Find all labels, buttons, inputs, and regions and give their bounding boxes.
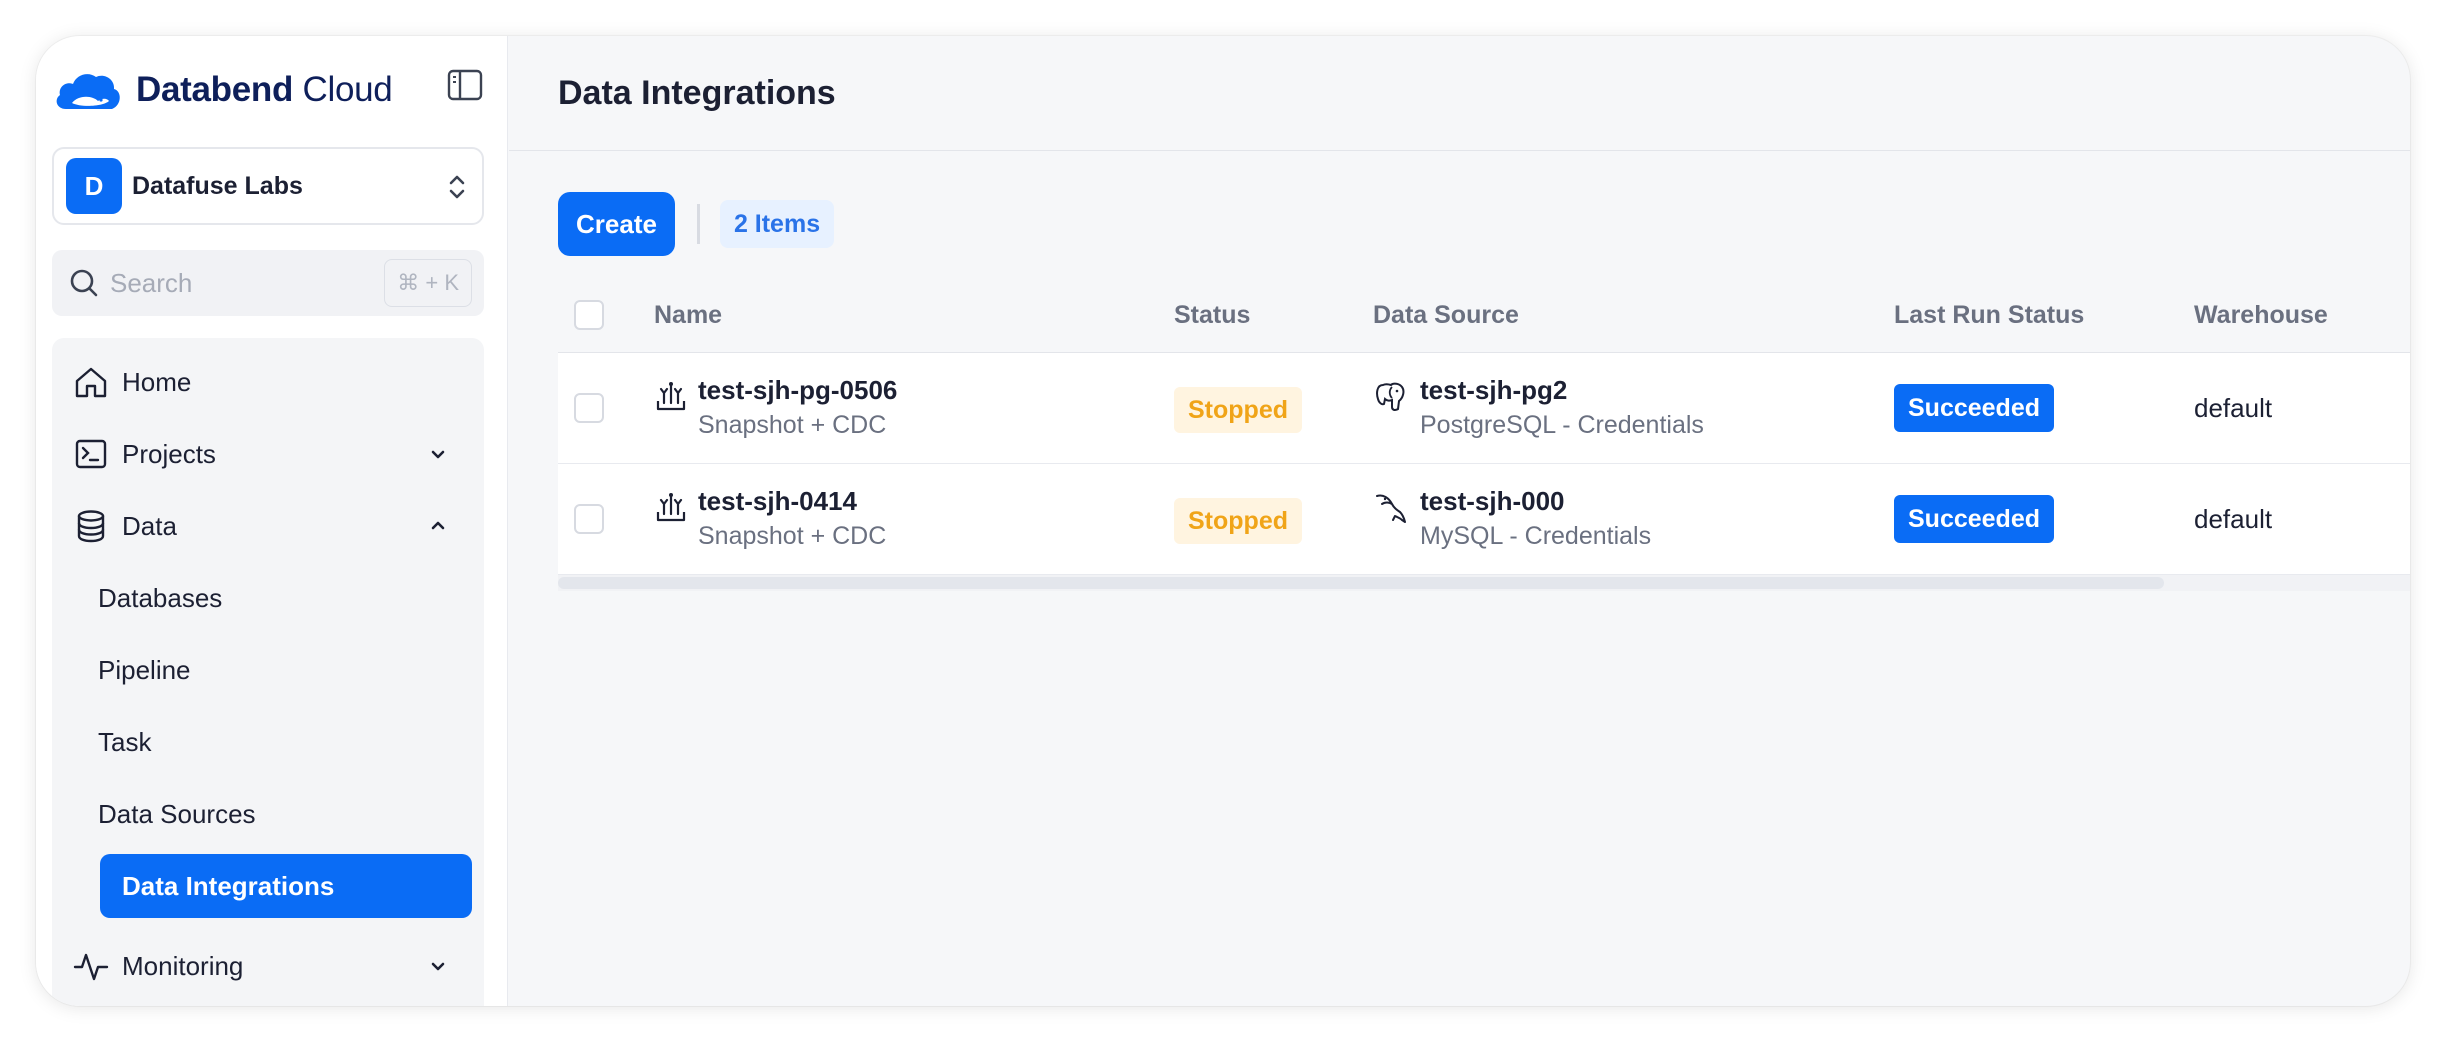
nav-label-home: Home <box>122 366 192 397</box>
integration-name[interactable]: test-sjh-pg-0506 <box>698 375 897 406</box>
nav-item-data-sources[interactable]: Data Sources <box>76 782 448 846</box>
last-run-status-badge: Succeeded <box>1894 495 2055 543</box>
nav-item-home[interactable]: Home <box>52 349 484 415</box>
nav-label-data: Data <box>122 510 177 541</box>
data-source-name[interactable]: test-sjh-pg2 <box>1420 375 1567 406</box>
toolbar-divider <box>696 204 700 244</box>
warehouse-name: default <box>2194 504 2273 534</box>
data-source-name[interactable]: test-sjh-000 <box>1420 486 1565 517</box>
activity-icon <box>73 953 109 981</box>
toolbar: Create 2 Items <box>558 192 835 256</box>
scrollbar-thumb[interactable] <box>558 577 2164 589</box>
nav-label-databases: Databases <box>98 582 223 613</box>
nav-item-databases[interactable]: Databases <box>76 566 448 630</box>
column-header-last-run-status[interactable]: Last Run Status <box>1894 278 2084 353</box>
nav-label-data-integrations: Data Integrations <box>122 870 335 901</box>
last-run-status-badge: Succeeded <box>1894 384 2055 432</box>
integration-name[interactable]: test-sjh-0414 <box>698 486 857 517</box>
nav-label-projects: Projects <box>122 438 216 469</box>
sidebar-toggle-icon[interactable] <box>446 66 484 104</box>
nav-label-task: Task <box>98 726 152 757</box>
integration-icon <box>656 493 686 522</box>
nav-label-monitoring: Monitoring <box>122 950 244 981</box>
nav-item-monitoring[interactable]: Monitoring <box>52 933 484 999</box>
chevron-up-down-icon <box>449 175 465 199</box>
nav-item-data[interactable]: Data <box>52 493 484 559</box>
nav-item-task[interactable]: Task <box>76 710 448 774</box>
home-icon <box>75 367 107 398</box>
row-checkbox[interactable] <box>574 393 604 423</box>
organization-switcher[interactable]: D Datafuse Labs <box>52 147 484 225</box>
mysql-icon <box>1376 494 1406 523</box>
search-icon <box>70 269 98 297</box>
chevron-down-icon <box>431 450 445 459</box>
table-row[interactable]: test-sjh-pg-0506 Snapshot + CDC Stopped … <box>558 353 2410 464</box>
brand[interactable]: Databend Cloud <box>52 60 393 120</box>
integration-mode: Snapshot + CDC <box>698 411 887 439</box>
main-content: Data Integrations Create 2 Items Name St… <box>509 36 2410 1006</box>
brand-name: Databend Cloud <box>136 70 393 109</box>
column-header-status[interactable]: Status <box>1174 278 1250 353</box>
table-row[interactable]: test-sjh-0414 Snapshot + CDC Stopped tes… <box>558 464 2410 575</box>
column-header-name[interactable]: Name <box>654 278 722 353</box>
page-title: Data Integrations <box>558 73 836 112</box>
nav-label-data-sources: Data Sources <box>98 798 256 829</box>
nav-label-pipeline: Pipeline <box>98 654 191 685</box>
search-input[interactable]: Search ⌘ + K <box>52 250 484 316</box>
horizontal-scrollbar[interactable] <box>558 575 2410 591</box>
nav-item-pipeline[interactable]: Pipeline <box>76 638 448 702</box>
data-source-type: PostgreSQL - Credentials <box>1420 411 1704 439</box>
sidebar: Databend Cloud D Datafuse Labs Search ⌘ … <box>36 36 508 1006</box>
app-window: Databend Cloud D Datafuse Labs Search ⌘ … <box>36 36 2410 1006</box>
select-all-checkbox[interactable] <box>574 300 604 330</box>
postgresql-icon <box>1376 382 1405 412</box>
row-checkbox[interactable] <box>574 504 604 534</box>
create-button[interactable]: Create <box>558 192 675 256</box>
column-header-warehouse[interactable]: Warehouse <box>2194 278 2328 353</box>
chevron-down-icon <box>431 962 445 971</box>
main-nav: Home Projects Data Databases Pipeline Ta… <box>52 338 484 1006</box>
org-avatar: D <box>66 158 122 214</box>
integration-icon <box>656 382 686 411</box>
data-source-type: MySQL - Credentials <box>1420 522 1652 550</box>
table-header: Name Status Data Source Last Run Status … <box>558 278 2410 353</box>
column-header-data-source[interactable]: Data Source <box>1373 278 1519 353</box>
nav-item-projects[interactable]: Projects <box>52 421 484 487</box>
page-header: Data Integrations <box>509 36 2410 151</box>
org-name: Datafuse Labs <box>132 171 303 200</box>
integration-mode: Snapshot + CDC <box>698 522 887 550</box>
nav-item-data-integrations[interactable]: Data Integrations <box>100 854 472 918</box>
warehouse-name: default <box>2194 393 2273 423</box>
chevron-up-icon <box>431 521 445 530</box>
search-shortcut: ⌘ + K <box>384 259 472 307</box>
integrations-table: Name Status Data Source Last Run Status … <box>558 278 2410 591</box>
search-placeholder: Search <box>110 267 193 298</box>
database-icon <box>77 510 105 543</box>
status-badge: Stopped <box>1174 387 1302 433</box>
terminal-icon <box>75 439 107 469</box>
databend-logo-icon <box>56 74 120 109</box>
status-badge: Stopped <box>1174 498 1302 544</box>
item-count-badge: 2 Items <box>719 200 835 248</box>
